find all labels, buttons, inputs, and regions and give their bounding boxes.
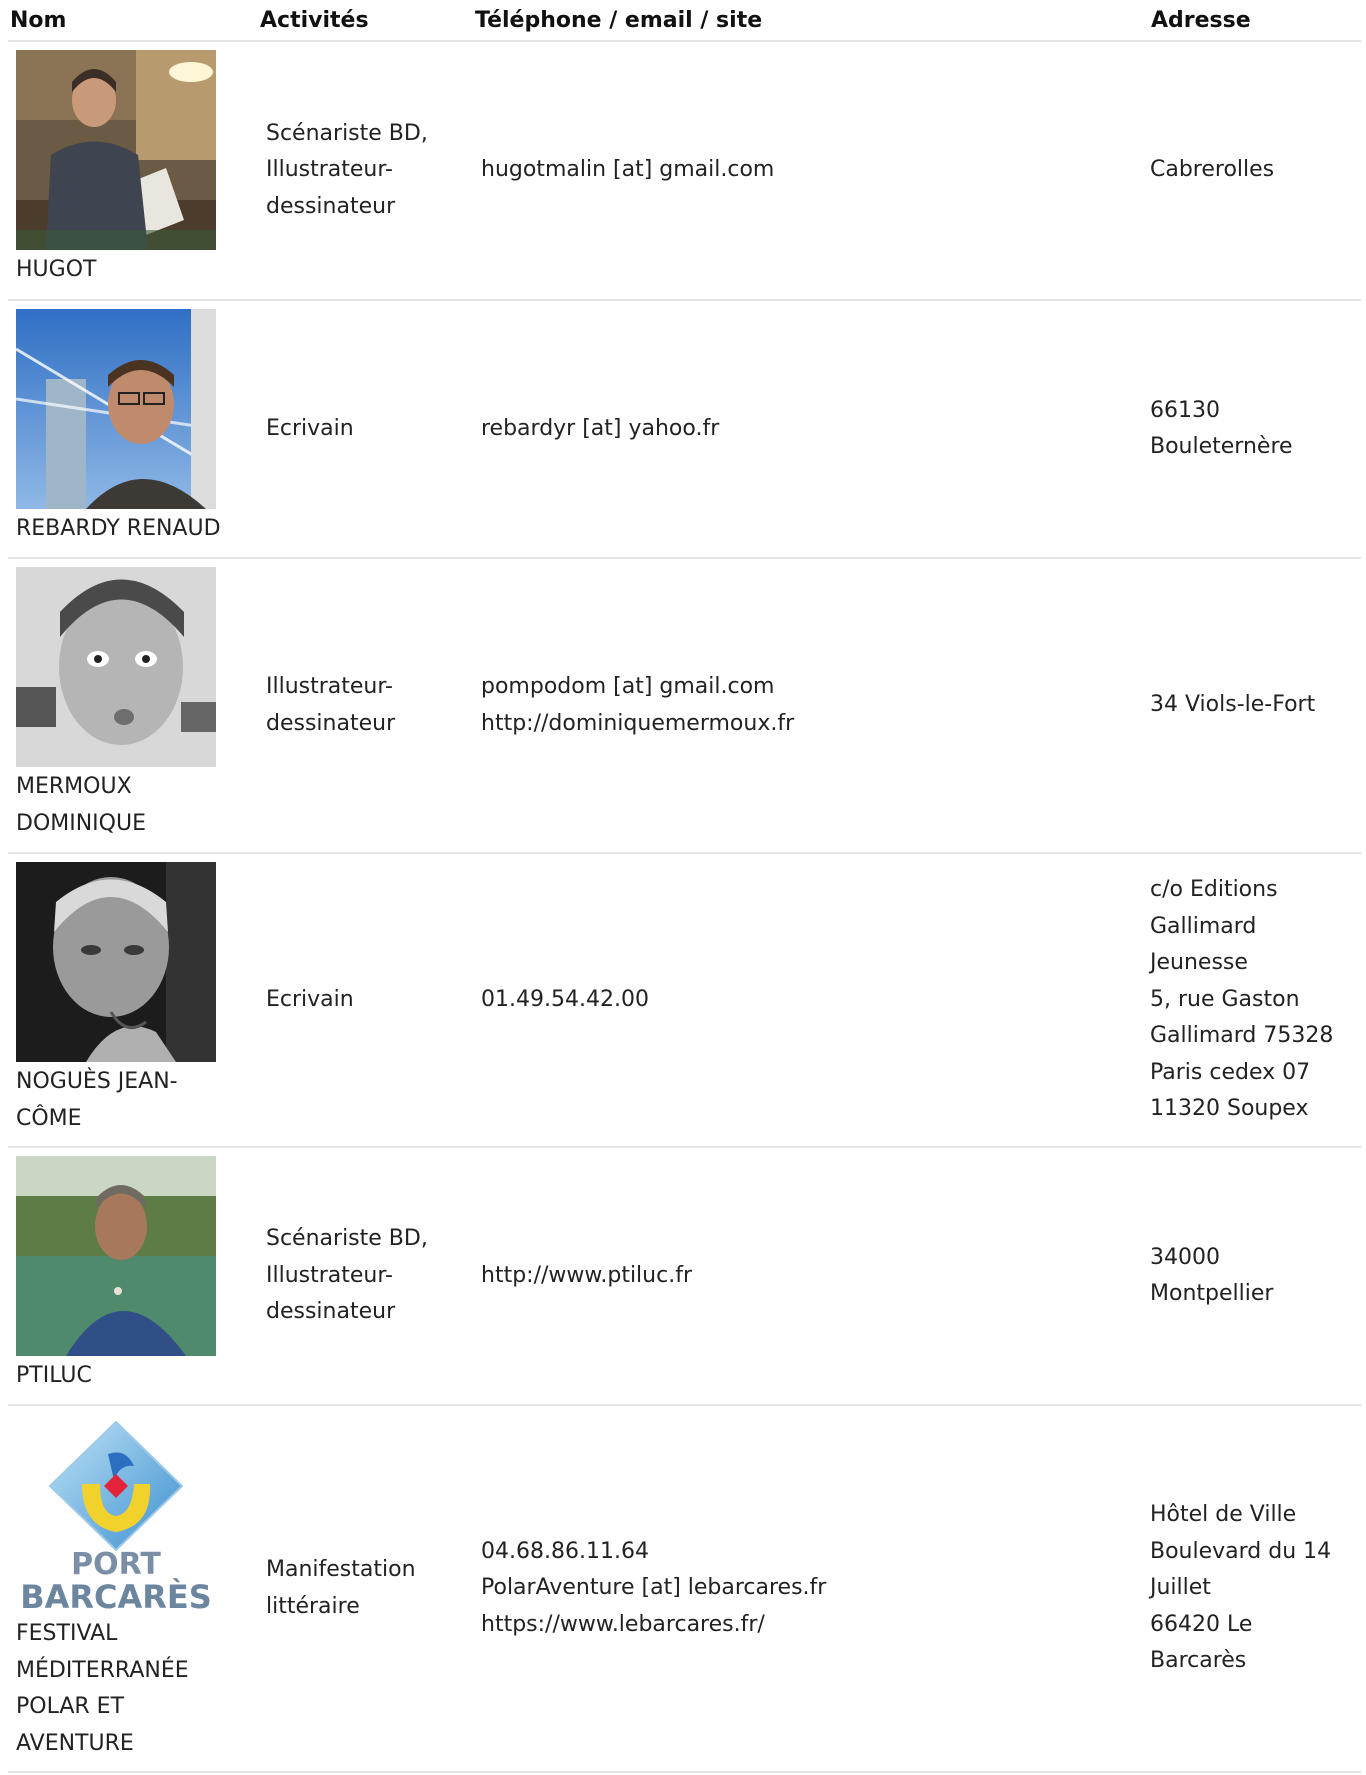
man-by-river-photo xyxy=(16,1156,216,1356)
activity-cell: Ecrivain xyxy=(258,853,473,1148)
contact-cell: http://www.ptiluc.fr xyxy=(473,1147,1142,1406)
header-activites: Activités xyxy=(258,0,473,42)
name-text: PTILUC xyxy=(16,1363,92,1388)
address-cell: 34 Viols-le-Fort xyxy=(1142,558,1361,854)
email-text: hugotmalin [at] gmail.com xyxy=(481,157,775,183)
website-text: http://dominiquemermoux.fr xyxy=(481,710,795,736)
svg-text:PORT: PORT xyxy=(71,1547,161,1582)
header-nom: Nom xyxy=(8,0,258,42)
header-contact: Téléphone / email / site xyxy=(473,0,1142,42)
table-row: REBARDY RENAUD Ecrivain rebardyr [at] ya… xyxy=(8,300,1361,559)
name-text: HUGOT xyxy=(16,257,97,282)
activity-cell: Ecrivain xyxy=(258,300,473,559)
table-row: PTILUC Scénariste BD, Illustrateur- dess… xyxy=(8,1147,1361,1406)
table-row: HUGOT Scénariste BD, Illustrateur- dessi… xyxy=(8,41,1361,301)
older-man-bw-photo xyxy=(16,862,216,1062)
name-text: REBARDY RENAUD xyxy=(16,516,221,541)
table-header-row: Nom Activités Téléphone / email / site A… xyxy=(8,0,1361,42)
email-text: pompodom [at] gmail.com xyxy=(481,674,775,699)
address-cell: Hôtel de Ville Boulevard du 14 Juillet 6… xyxy=(1142,1405,1361,1773)
website-text: https://www.lebarcares.fr/ xyxy=(481,1611,765,1637)
svg-text:BARCARÈS: BARCARÈS xyxy=(20,1578,212,1614)
directory-table: Nom Activités Téléphone / email / site A… xyxy=(8,0,1361,1773)
table-row: NOGUÈS JEAN- CÔME Ecrivain 01.49.54.42.0… xyxy=(8,853,1361,1148)
name-cell: PORT BARCARÈS FESTIVAL MÉDITERRANÉE POLA… xyxy=(8,1405,258,1773)
contact-cell: 01.49.54.42.00 xyxy=(473,853,1142,1148)
man-with-glasses-photo xyxy=(16,309,216,509)
name-cell: REBARDY RENAUD xyxy=(8,300,258,559)
table-row: MERMOUX DOMINIQUE Illustrateur- dessinat… xyxy=(8,558,1361,854)
address-cell: 66130 Bouleternère xyxy=(1142,300,1361,559)
contact-cell: hugotmalin [at] gmail.com xyxy=(473,41,1142,301)
name-text: NOGUÈS JEAN- CÔME xyxy=(16,1069,178,1131)
name-text: MERMOUX DOMINIQUE xyxy=(16,774,146,836)
young-man-bw-photo xyxy=(16,567,216,767)
name-cell: MERMOUX DOMINIQUE xyxy=(8,558,258,854)
contact-cell: pompodom [at] gmail.com http://dominique… xyxy=(473,558,1142,854)
activity-cell: Scénariste BD, Illustrateur- dessinateur xyxy=(258,1147,473,1406)
activity-cell: Scénariste BD, Illustrateur- dessinateur xyxy=(258,41,473,301)
table-row: PORT BARCARÈS FESTIVAL MÉDITERRANÉE POLA… xyxy=(8,1405,1361,1773)
email-text: rebardyr [at] yahoo.fr xyxy=(481,415,720,441)
contact-cell: 04.68.86.11.64 PolarAventure [at] lebarc… xyxy=(473,1405,1142,1773)
name-text: FESTIVAL MÉDITERRANÉE POLAR ET AVENTURE xyxy=(16,1621,189,1756)
email-text: PolarAventure [at] lebarcares.fr xyxy=(481,1575,827,1601)
name-cell: PTILUC xyxy=(8,1147,258,1406)
address-cell: 34000 Montpellier xyxy=(1142,1147,1361,1406)
person-drawing-at-desk-photo xyxy=(16,50,216,250)
header-adresse: Adresse xyxy=(1142,0,1361,42)
phone-text: 01.49.54.42.00 xyxy=(481,986,649,1012)
activity-cell: Manifestation littéraire xyxy=(258,1405,473,1773)
website-text: http://www.ptiluc.fr xyxy=(481,1262,692,1288)
name-cell: NOGUÈS JEAN- CÔME xyxy=(8,853,258,1148)
address-cell: c/o Editions Gallimard Jeunesse 5, rue G… xyxy=(1142,853,1361,1148)
address-cell: Cabrerolles xyxy=(1142,41,1361,301)
port-barcares-logo: PORT BARCARÈS xyxy=(16,1414,216,1614)
contact-cell: rebardyr [at] yahoo.fr xyxy=(473,300,1142,559)
phone-text: 04.68.86.11.64 xyxy=(481,1538,649,1564)
name-cell: HUGOT xyxy=(8,41,258,301)
activity-cell: Illustrateur- dessinateur xyxy=(258,558,473,854)
